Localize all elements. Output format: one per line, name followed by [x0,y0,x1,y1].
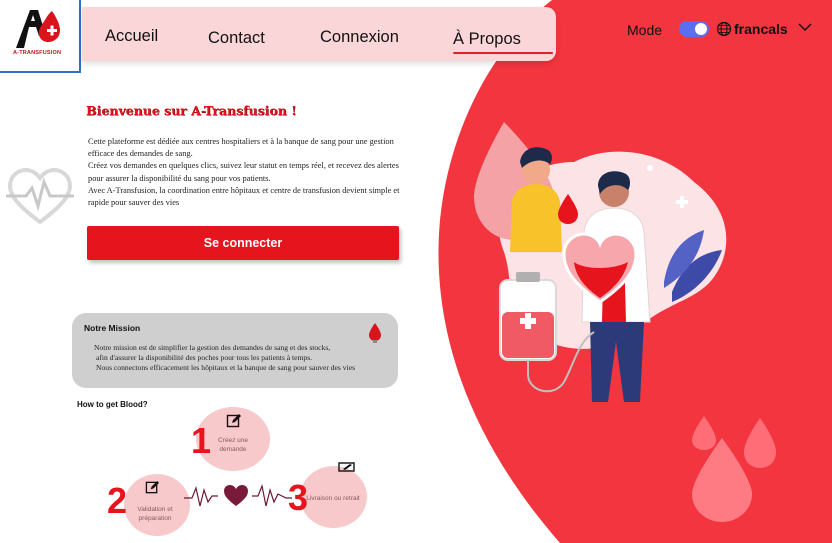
chevron-down-icon[interactable] [798,22,812,32]
blood-donation-illustration [474,122,727,402]
step-1-label: Créez une demande [218,437,248,453]
nav-accueil[interactable]: Accueil [105,27,158,46]
mission-line: Nous connectons efficacement les hôpitau… [96,363,356,373]
dark-mode-toggle[interactable] [679,21,709,37]
intro-text: Cette plateforme est dédiée aux centres … [88,136,406,209]
heartbeat-line-icon [184,483,292,507]
nav-contact[interactable]: Contact [208,29,265,48]
step-3-label: Livraison ou retrait [306,495,360,502]
intro-paragraph: Créez vos demandes en quelques clics, su… [88,161,399,183]
active-nav-indicator [453,52,553,54]
mission-text: Notre mission est de simplifier la gesti… [94,343,384,374]
top-navigation: Accueil Contact Connexion À Propos [82,7,556,61]
blood-drops-decoration [692,416,776,522]
mission-title: Notre Mission [84,323,141,333]
mission-card: Notre Mission Notre mission est de simpl… [72,313,398,388]
nav-connexion[interactable]: Connexion [320,28,399,47]
step-2-number: 2 [107,480,128,521]
step-2-label: Validation et préparation [137,506,173,522]
intro-paragraph: Cette plateforme est dédiée aux centres … [88,137,394,159]
welcome-title: Bienvenue sur A-Transfusion ! [86,103,297,118]
nav-a-propos[interactable]: À Propos [453,30,521,49]
logo-text: A-TRANSFUSION [13,50,62,56]
intro-paragraph: Avec A-Transfusion, la coordination entr… [88,185,400,208]
truck-icon [338,462,355,472]
globe-icon[interactable] [716,21,732,37]
app-logo[interactable]: A-TRANSFUSION [0,0,81,73]
language-selector[interactable]: francals [734,21,788,37]
blood-a-plus-logo-icon [16,10,60,48]
edit-icon [145,480,160,494]
edit-icon [226,414,241,428]
heart-pulse-icon [6,167,74,225]
login-button[interactable]: Se connecter [87,226,399,260]
toggle-knob [695,23,707,35]
mode-label: Mode [627,22,663,38]
mission-line: Notre mission est de simplifier la gesti… [94,343,331,352]
mission-line: afin d'assurer la disponibilité des poch… [96,353,313,363]
howto-title: How to get Blood? [77,400,148,409]
blood-drop-icon [369,323,381,343]
